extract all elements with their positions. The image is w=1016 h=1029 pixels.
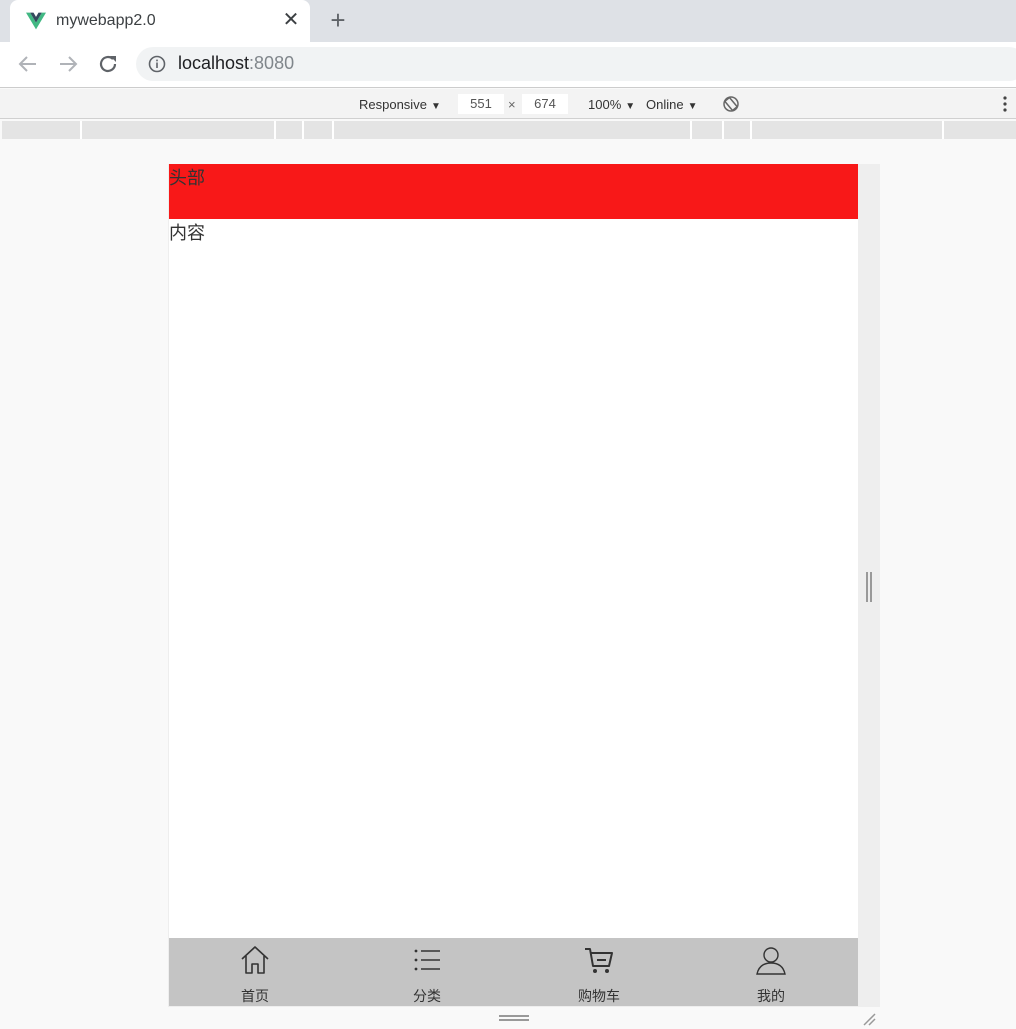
device-caret-icon: ▼ bbox=[430, 101, 441, 112]
more-options-icon[interactable] bbox=[1000, 95, 1010, 113]
tab-strip: mywebapp2.0 ✕ + bbox=[0, 0, 1016, 42]
header-text: 头部 bbox=[169, 168, 205, 188]
device-toolbar: Responsive ▼ 551 × 674 100% ▼ Online ▼ bbox=[0, 89, 1016, 119]
back-icon[interactable] bbox=[16, 52, 40, 76]
nav-label-category: 分类 bbox=[413, 988, 441, 1004]
viewport-resize-handle-right[interactable] bbox=[866, 572, 872, 602]
height-input[interactable]: 674 bbox=[522, 94, 568, 114]
device-select[interactable]: Responsive ▼ bbox=[359, 97, 441, 112]
reload-icon[interactable] bbox=[96, 52, 120, 76]
zoom-select[interactable]: 100% ▼ bbox=[588, 97, 635, 112]
media-query-divider[interactable] bbox=[690, 121, 692, 139]
throttle-label: Online bbox=[646, 97, 684, 112]
close-tab-icon[interactable]: ✕ bbox=[280, 9, 302, 31]
tab-title: mywebapp2.0 bbox=[56, 12, 156, 29]
nav-item-mine[interactable]: 我的 bbox=[685, 938, 857, 1006]
emulated-viewport: 头部 内容 首页 分类 购物车 我的 bbox=[169, 164, 858, 1006]
cart-icon bbox=[585, 948, 613, 973]
tab-bar: 首页 分类 购物车 我的 bbox=[169, 938, 858, 1006]
nav-label-mine: 我的 bbox=[757, 988, 785, 1004]
address-bar[interactable]: localhost:8080 bbox=[136, 47, 1016, 81]
media-query-divider[interactable] bbox=[722, 121, 724, 139]
list-icon bbox=[414, 949, 440, 971]
media-query-divider[interactable] bbox=[332, 121, 334, 139]
nav-item-home[interactable]: 首页 bbox=[169, 938, 341, 1006]
media-query-divider[interactable] bbox=[274, 121, 276, 139]
media-query-divider[interactable] bbox=[80, 121, 82, 139]
nav-label-cart: 购物车 bbox=[578, 988, 620, 1004]
url-host: localhost bbox=[178, 53, 250, 73]
media-query-divider[interactable] bbox=[942, 121, 944, 139]
zoom-label: 100% bbox=[588, 97, 622, 112]
width-input[interactable]: 551 bbox=[458, 94, 504, 114]
viewport-resize-handle-bottom[interactable] bbox=[499, 1015, 529, 1021]
app-header: 头部 bbox=[169, 164, 858, 219]
url-port: :8080 bbox=[249, 53, 295, 73]
dimension-separator: × bbox=[508, 97, 516, 112]
media-query-divider[interactable] bbox=[302, 121, 304, 139]
new-tab-button[interactable]: + bbox=[326, 7, 350, 33]
nav-item-category[interactable]: 分类 bbox=[341, 938, 513, 1006]
info-icon[interactable] bbox=[148, 55, 166, 73]
url-text: localhost:8080 bbox=[178, 53, 294, 74]
device-label: Responsive bbox=[359, 97, 427, 112]
throttle-select[interactable]: Online ▼ bbox=[646, 97, 697, 112]
app-content: 内容 bbox=[169, 219, 858, 938]
media-query-bar bbox=[2, 121, 1016, 139]
content-text: 内容 bbox=[169, 223, 205, 243]
vue-logo-icon bbox=[26, 12, 46, 30]
user-icon bbox=[756, 947, 786, 975]
throttle-caret-icon: ▼ bbox=[687, 101, 698, 112]
zoom-caret-icon: ▼ bbox=[625, 101, 636, 112]
nav-label-home: 首页 bbox=[241, 988, 269, 1004]
media-query-divider[interactable] bbox=[750, 121, 752, 139]
rotate-icon[interactable] bbox=[722, 95, 740, 113]
home-icon bbox=[241, 946, 269, 974]
viewport-resize-corner-icon[interactable] bbox=[862, 1012, 876, 1026]
nav-item-cart[interactable]: 购物车 bbox=[513, 938, 685, 1006]
forward-icon[interactable] bbox=[56, 52, 80, 76]
browser-toolbar: localhost:8080 bbox=[0, 42, 1016, 88]
browser-tab[interactable]: mywebapp2.0 ✕ bbox=[10, 0, 310, 42]
